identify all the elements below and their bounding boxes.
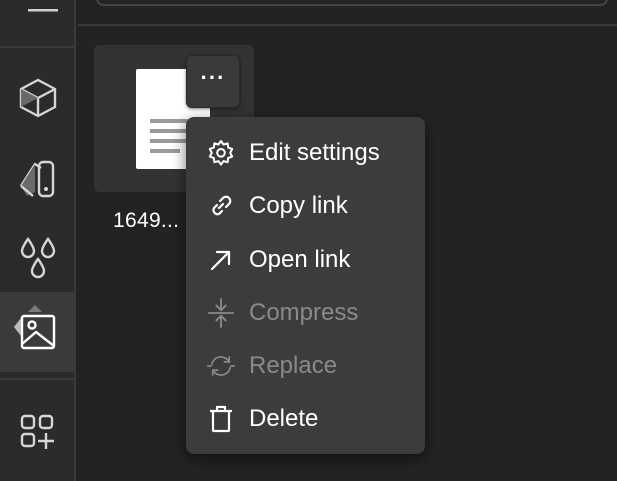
image-icon [20, 314, 56, 350]
header-divider [78, 24, 617, 26]
refresh-icon [207, 356, 235, 376]
menu-item-edit-settings[interactable]: Edit settings [186, 127, 425, 179]
gear-icon [208, 140, 234, 166]
active-indicator [14, 318, 21, 336]
rail-divider [0, 46, 76, 48]
menu-item-compress[interactable]: Compress [186, 287, 425, 339]
ellipsis-icon: ··· [200, 64, 226, 90]
hamburger-menu-icon[interactable] [24, 0, 60, 14]
menu-item-copy-link[interactable]: Copy link [186, 180, 425, 232]
sidebar-item-images[interactable] [0, 292, 76, 372]
sidebar-item-drops[interactable] [0, 218, 76, 298]
droplets-icon [20, 236, 56, 279]
rail-divider [0, 378, 76, 380]
compress-icon [207, 298, 235, 328]
active-indicator-top [28, 305, 42, 312]
file-name-label: 1649... [113, 209, 180, 232]
menu-item-label: Delete [249, 405, 319, 432]
cube-icon [19, 78, 57, 118]
paint-swatch-icon [19, 160, 55, 198]
menu-item-label: Open link [249, 246, 351, 273]
left-sidebar [0, 0, 76, 481]
sidebar-item-materials[interactable] [0, 138, 76, 218]
add-grid-icon [20, 414, 54, 449]
menu-item-delete[interactable]: Delete [186, 393, 425, 445]
link-icon [212, 195, 232, 216]
app-window: 1649... ··· Edit settings Copy link Open… [0, 0, 617, 481]
menu-item-replace[interactable]: Replace [186, 340, 425, 392]
search-bar[interactable] [96, 0, 608, 6]
arrow-up-right-icon [210, 250, 231, 271]
menu-item-open-link[interactable]: Open link [186, 234, 425, 286]
menu-item-label: Copy link [249, 192, 348, 219]
context-menu: Edit settings Copy link Open link Compre… [186, 117, 425, 454]
menu-item-label: Compress [249, 299, 359, 326]
more-options-button[interactable]: ··· [186, 55, 240, 108]
trash-icon [210, 405, 232, 433]
sidebar-item-3d-models[interactable] [0, 58, 76, 138]
menu-item-label: Replace [249, 352, 338, 379]
sidebar-item-add-widget[interactable] [0, 392, 76, 472]
menu-item-label: Edit settings [249, 139, 380, 166]
